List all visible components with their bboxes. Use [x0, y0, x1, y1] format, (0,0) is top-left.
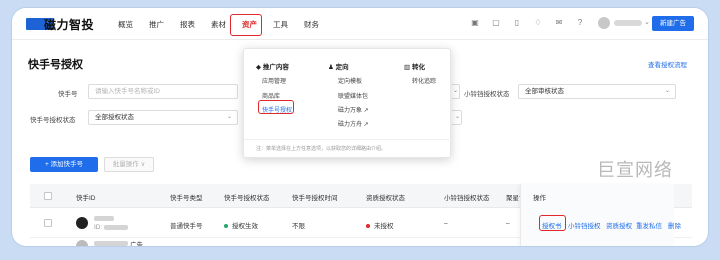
- assets-dropdown-menu: ◆ 推广内容 应用管理 商品库 快手号授权 ♟ 定向 定向模板 联盟媒体包 磁力…: [243, 48, 452, 158]
- resend-message-link[interactable]: 重发私信: [636, 220, 662, 230]
- nav-tools[interactable]: 工具: [273, 19, 288, 30]
- col-kuaishou-id: 快手ID: [76, 195, 96, 202]
- main-nav: 概览 推广 报表 素材 资产 工具 财务: [118, 19, 335, 30]
- app-window: 磁力智投 概览 推广 报表 素材 资产 工具 财务 ▣ ▢ ▯ ♢ ✉ ? ⌄ …: [12, 8, 708, 246]
- account-filter-label: 快手号: [58, 91, 78, 98]
- row-extra-label: 广告: [130, 242, 143, 246]
- col-account-type: 快手号类型: [170, 195, 203, 202]
- col-auth-time: 快手号授权时间: [292, 195, 338, 202]
- account-id-blurred: [104, 225, 128, 230]
- menu-item-product-library[interactable]: 商品库: [262, 91, 280, 100]
- add-account-button[interactable]: + 添加快手号: [30, 157, 98, 172]
- menu-item-targeting-template[interactable]: 定向模板: [338, 76, 362, 85]
- hidden-select-edge-2: ⌄: [452, 110, 462, 125]
- small-bell-auth-link[interactable]: 小铃铛授权: [568, 220, 601, 230]
- delete-link[interactable]: 删除: [668, 220, 681, 230]
- col-auth-status: 快手号授权状态: [224, 195, 270, 202]
- chevron-down-icon: ⌄: [226, 114, 232, 120]
- group-promo-content: ◆ 推广内容: [256, 64, 289, 71]
- nav-assets-highlight: [230, 14, 262, 36]
- auth-letter-highlight: [539, 215, 566, 231]
- menu-divider: [244, 139, 452, 140]
- col-operations: 操作: [533, 195, 546, 202]
- chart-icon: ▥: [404, 64, 412, 71]
- chat-icon[interactable]: ▢: [491, 18, 501, 28]
- menu-item-app-management[interactable]: 应用管理: [262, 76, 286, 85]
- account-avatar: [76, 217, 88, 229]
- small-bell-filter-label: 小铃铛授权状态: [464, 91, 510, 98]
- row-checkbox[interactable]: [44, 219, 52, 227]
- auth-time: 不限: [292, 223, 305, 230]
- auth-status-cell: 授权生效: [224, 220, 258, 230]
- account-name-blurred: [94, 216, 114, 221]
- nav-materials[interactable]: 素材: [211, 19, 226, 30]
- nav-promotion[interactable]: 推广: [149, 19, 164, 30]
- qual-status-cell: 未授权: [366, 220, 394, 230]
- menu-item-conversion-tracking[interactable]: 转化追踪: [412, 76, 436, 85]
- chevron-down-icon: ⌄: [452, 88, 458, 94]
- brand-logo: 磁力智投: [44, 18, 95, 32]
- menu-item-media-package[interactable]: 联盟媒体包: [338, 91, 368, 100]
- chevron-down-icon[interactable]: ⌄: [644, 18, 650, 26]
- auth-status-select[interactable]: 全部授权状态 ⌄: [88, 110, 238, 125]
- menu-item-cili-wanxiang[interactable]: 磁力万象 ↗: [338, 105, 369, 114]
- group-conversion: ▥ 转化: [404, 64, 425, 71]
- small-bell-status-value: 全部审核状态: [525, 88, 564, 95]
- app-icon[interactable]: ▣: [470, 18, 480, 28]
- auth-status-value: 全部授权状态: [95, 114, 134, 121]
- account-type: 普通快手号: [170, 223, 203, 230]
- menu-note: 注：菜单选择在上方任意选项，以获取您的详细路由介绍。: [256, 146, 387, 152]
- nav-finance[interactable]: 财务: [304, 19, 319, 30]
- status-dot: [366, 224, 370, 229]
- hidden-select-edge: ⌄: [452, 84, 460, 99]
- auth-status-text: 授权生效: [232, 223, 258, 230]
- order-value: –: [506, 220, 510, 227]
- phone-icon[interactable]: ▯: [512, 18, 522, 28]
- nav-overview[interactable]: 概览: [118, 19, 133, 30]
- qual-auth-link[interactable]: 资质授权: [606, 220, 632, 230]
- auth-status-filter-label: 快手号授权状态: [30, 117, 76, 124]
- help-icon[interactable]: ?: [575, 18, 585, 28]
- menu-selection-highlight: [258, 100, 294, 114]
- account-avatar: [76, 240, 88, 246]
- account-search-input[interactable]: 请输入快手号名称或ID: [88, 84, 238, 99]
- top-bar: 磁力智投 概览 推广 报表 素材 资产 工具 财务 ▣ ▢ ▯ ♢ ✉ ? ⌄ …: [12, 8, 708, 40]
- nav-reports[interactable]: 报表: [180, 19, 195, 30]
- chevron-down-icon: ⌄: [454, 114, 460, 120]
- qual-status-text: 未授权: [374, 223, 394, 230]
- bell-icon[interactable]: ♢: [533, 18, 543, 28]
- chevron-down-icon: ⌄: [664, 88, 670, 94]
- avatar[interactable]: [598, 17, 610, 29]
- mail-icon[interactable]: ✉: [554, 18, 564, 28]
- page-title: 快手号授权: [28, 59, 83, 71]
- new-ad-button[interactable]: 新建广告: [652, 16, 694, 31]
- group-targeting: ♟ 定向: [328, 64, 349, 71]
- col-small-bell: 小铃铛授权状态: [444, 195, 490, 202]
- toolbar-icons: ▣ ▢ ▯ ♢ ✉ ?: [470, 18, 596, 28]
- cube-icon: ◆: [256, 64, 263, 71]
- batch-operation-button[interactable]: 批量操作 ∨: [104, 157, 154, 172]
- username-blurred[interactable]: [614, 20, 642, 26]
- account-name-blurred: [94, 241, 128, 246]
- status-dot: [224, 224, 228, 229]
- col-qual-status: 资质授权状态: [366, 195, 405, 202]
- select-all-checkbox[interactable]: [44, 192, 52, 200]
- watermark-text: 巨宣网络: [597, 160, 673, 180]
- small-bell-value: –: [444, 220, 448, 227]
- small-bell-status-select[interactable]: 全部审核状态 ⌄: [518, 84, 676, 99]
- user-icon: ♟: [328, 64, 336, 71]
- view-process-link[interactable]: 查看授权流程: [648, 59, 687, 69]
- account-id-prefix: ID:: [94, 224, 103, 231]
- menu-item-cili-fangzhou[interactable]: 磁力方舟 ↗: [338, 119, 369, 128]
